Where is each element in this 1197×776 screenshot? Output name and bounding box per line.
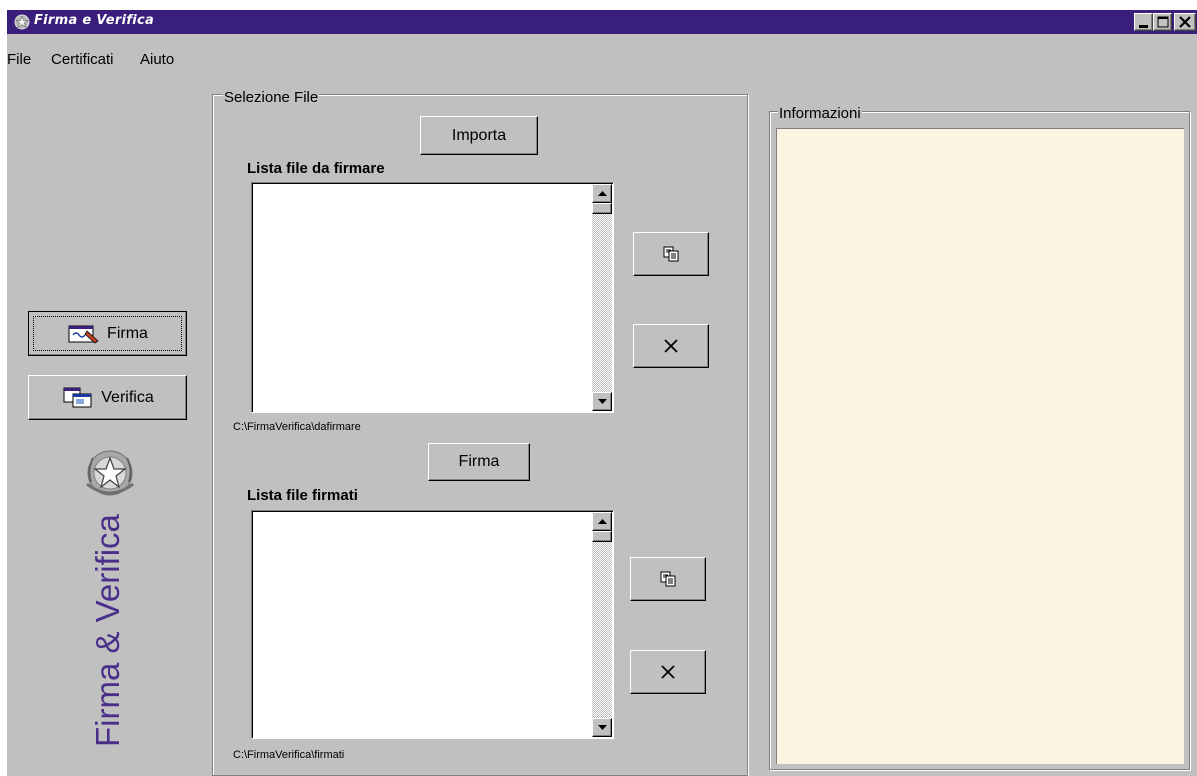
to-sign-file-list[interactable] xyxy=(251,182,614,413)
emblem-icon xyxy=(14,14,30,30)
minimize-icon xyxy=(1139,25,1148,28)
info-title: Informazioni xyxy=(778,105,862,122)
firma-mode-label: Firma xyxy=(107,324,148,342)
menu-file[interactable]: File xyxy=(7,51,31,68)
delete-x-icon xyxy=(664,339,678,353)
menu-certificati[interactable]: Certificati xyxy=(51,51,114,68)
to-sign-folder-path: C:\FirmaVerifica\dafirmare xyxy=(233,421,361,433)
minimize-button[interactable] xyxy=(1134,13,1153,31)
import-button[interactable]: Importa xyxy=(420,116,538,155)
arrow-up-icon xyxy=(598,519,607,524)
scroll-thumb[interactable] xyxy=(592,203,612,214)
signed-file-list[interactable] xyxy=(251,510,614,739)
republic-emblem-logo xyxy=(86,450,134,496)
arrow-up-icon xyxy=(598,191,607,196)
to-sign-list-label: Lista file da firmare xyxy=(247,160,385,177)
delete-to-sign-button[interactable] xyxy=(633,324,709,368)
scroll-up-button[interactable] xyxy=(592,512,612,531)
scroll-thumb[interactable] xyxy=(592,531,612,542)
close-button[interactable] xyxy=(1174,13,1196,31)
arrow-down-icon xyxy=(598,725,607,730)
scroll-up-button[interactable] xyxy=(592,184,612,203)
signed-scrollbar[interactable] xyxy=(592,512,612,737)
delete-x-icon xyxy=(661,665,675,679)
copy-icon xyxy=(660,571,676,587)
vertical-logo-text: Firma & Verifica xyxy=(89,514,126,747)
arrow-down-icon xyxy=(598,399,607,404)
verify-document-icon xyxy=(63,387,92,407)
menu-aiuto[interactable]: Aiuto xyxy=(140,51,174,68)
title-bar[interactable]: Firma e Verifica xyxy=(7,10,1197,34)
window-title: Firma e Verifica xyxy=(34,13,155,28)
to-sign-scrollbar[interactable] xyxy=(592,184,612,411)
copy-to-sign-button[interactable] xyxy=(633,232,709,276)
sign-document-icon xyxy=(68,325,99,344)
menu-bar: File Certificati Aiuto xyxy=(7,34,1197,80)
scroll-down-button[interactable] xyxy=(592,718,612,737)
info-text-area[interactable] xyxy=(776,128,1184,764)
firma-mode-button[interactable]: Firma xyxy=(28,311,187,356)
close-icon xyxy=(1179,16,1191,28)
file-selection-title: Selezione File xyxy=(223,89,320,106)
main-window: Firma e Verifica File Certificati Aiuto … xyxy=(7,10,1197,776)
scroll-down-button[interactable] xyxy=(592,392,612,411)
delete-signed-button[interactable] xyxy=(630,650,706,694)
verifica-mode-button[interactable]: Verifica xyxy=(28,375,187,420)
maximize-icon xyxy=(1157,16,1169,28)
sign-button[interactable]: Firma xyxy=(428,443,530,481)
maximize-button[interactable] xyxy=(1153,13,1172,31)
signed-folder-path: C:\FirmaVerifica\firmati xyxy=(233,749,345,761)
verifica-mode-label: Verifica xyxy=(101,388,154,406)
copy-icon xyxy=(663,246,679,262)
signed-list-label: Lista file firmati xyxy=(247,487,358,504)
copy-signed-button[interactable] xyxy=(630,557,706,601)
